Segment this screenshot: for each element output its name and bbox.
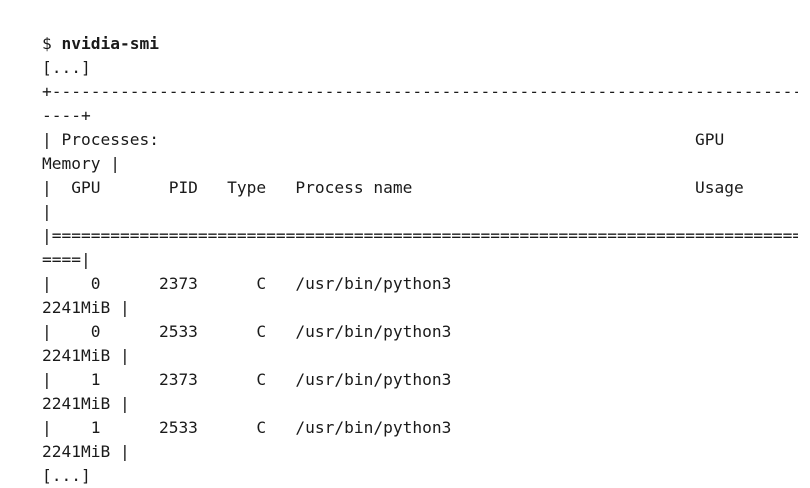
process-row: | 1 2533 C /usr/bin/python3	[42, 418, 452, 437]
table-header-title-wrap: Memory |	[42, 154, 120, 173]
output-line: [...]	[42, 58, 91, 77]
process-row-wrap: 2241MiB |	[42, 442, 130, 461]
table-separator-wrap: ====|	[42, 250, 91, 269]
shell-prompt: $	[42, 34, 62, 53]
command-text: nvidia-smi	[61, 34, 159, 53]
table-header-title: | Processes: GPU	[42, 130, 725, 149]
process-row: | 0 2373 C /usr/bin/python3	[42, 274, 452, 293]
command-line: $ nvidia-smi	[42, 32, 798, 56]
table-column-headers: | GPU PID Type Process name Usage	[42, 178, 744, 197]
process-row: | 0 2533 C /usr/bin/python3	[42, 322, 452, 341]
process-row: | 1 2373 C /usr/bin/python3	[42, 370, 452, 389]
table-border-top: +---------------------------------------…	[42, 82, 798, 101]
process-row-wrap: 2241MiB |	[42, 346, 130, 365]
process-row-wrap: 2241MiB |	[42, 394, 130, 413]
output-line: [...]	[42, 466, 91, 485]
table-column-headers-wrap: |	[42, 202, 52, 221]
process-row-wrap: 2241MiB |	[42, 298, 130, 317]
table-separator: |=======================================…	[42, 226, 798, 245]
table-border-top-wrap: ----+	[42, 106, 91, 125]
terminal-output: $ nvidia-smi [...] +--------------------…	[42, 32, 798, 488]
